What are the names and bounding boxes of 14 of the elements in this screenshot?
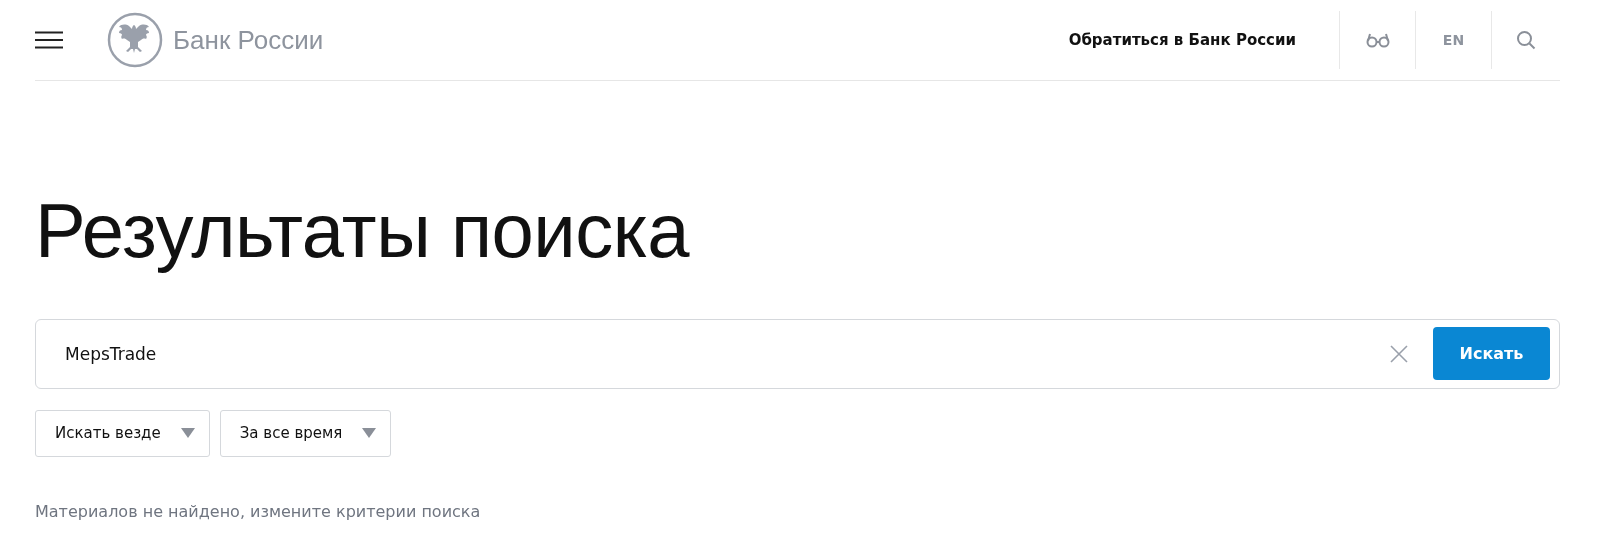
caret-icon xyxy=(362,428,377,439)
close-icon[interactable] xyxy=(1390,344,1408,363)
search-field[interactable]: MepsTrade Искать xyxy=(35,318,1560,389)
contact-link[interactable]: Обратиться в Банк России xyxy=(1068,31,1296,49)
glasses-icon[interactable] xyxy=(1365,32,1390,48)
search-button[interactable]: Искать xyxy=(1433,327,1550,381)
filter-dropdown[interactable]: За все время xyxy=(219,409,392,457)
filter-dropdown[interactable]: Искать везде xyxy=(35,409,210,457)
menu-icon[interactable] xyxy=(35,31,63,49)
search-icon[interactable] xyxy=(1516,30,1536,50)
logo-icon[interactable] xyxy=(107,12,163,68)
no-results-message: Материалов не найдено, измените критерии поиска xyxy=(35,501,482,521)
page-title: Результаты поиска xyxy=(35,189,691,273)
caret-icon xyxy=(180,428,195,439)
